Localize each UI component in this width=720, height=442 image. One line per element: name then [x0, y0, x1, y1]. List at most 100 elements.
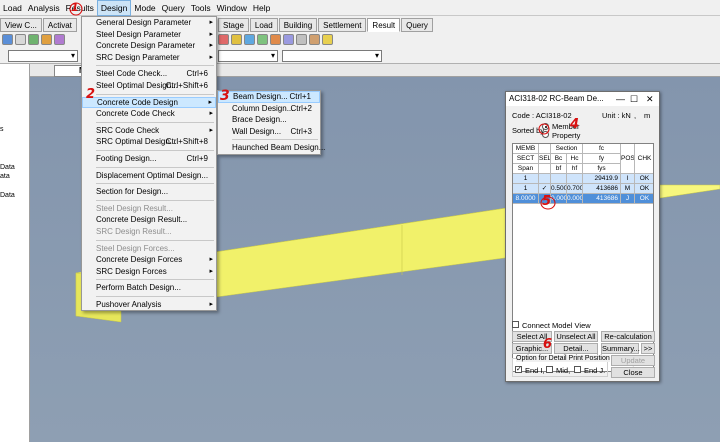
table-cell-hc — [567, 174, 583, 184]
annotation-step-6: 6 — [543, 337, 553, 352]
force-icon[interactable] — [231, 34, 242, 45]
load-icon[interactable] — [218, 34, 229, 45]
menu-item-pushover-analysis[interactable]: Pushover Analysis ▸ — [82, 299, 216, 311]
header-sel: SEL — [539, 154, 551, 164]
menu-item-section-for-design[interactable]: Section for Design... — [82, 186, 216, 198]
unit-label: Unit : kN — [602, 111, 631, 120]
menu-item-shortcut: Ctrl+3 — [290, 126, 312, 136]
tab-result[interactable]: Result — [367, 18, 401, 32]
unit-combo[interactable] — [218, 50, 278, 62]
menu-item-steel-design-forces[interactable]: Steel Design Forces... — [82, 243, 216, 255]
menu-item-column-design[interactable]: Column Design... Ctrl+2 — [218, 103, 320, 115]
menu-item-beam-design[interactable]: Beam Design... Ctrl+1 — [218, 91, 320, 103]
update-rebar-button[interactable]: Update Rebar — [611, 355, 655, 374]
recalculation-button[interactable]: Re-calculation — [601, 331, 655, 342]
menu-item-src-design-forces[interactable]: SRC Design Forces ▸ — [82, 266, 216, 278]
menu-item-concrete-code-design[interactable]: Concrete Code Design ▸ — [82, 96, 216, 109]
menu-mode[interactable]: Mode — [131, 0, 158, 16]
menu-item-general-design-parameter[interactable]: General Design Parameter ▸ — [82, 17, 216, 29]
menu-item-concrete-design-parameter[interactable]: Concrete Design Parameter ▸ — [82, 40, 216, 52]
menu-item-src-design-result[interactable]: SRC Design Result... — [82, 226, 216, 238]
close-icon[interactable]: ✕ — [646, 92, 654, 106]
report-icon[interactable] — [309, 34, 320, 45]
select-checkbox[interactable]: ✓ — [539, 184, 551, 194]
menu-load[interactable]: Load — [0, 0, 25, 16]
tab-stage[interactable]: Stage — [218, 18, 249, 32]
menu-design[interactable]: Design — [96, 0, 132, 16]
code-label: Code : ACI318-02 — [512, 111, 572, 120]
menu-results[interactable]: Results — [63, 0, 97, 16]
table-cell-hc: 0.700 — [567, 184, 583, 194]
tab-building[interactable]: Building — [278, 18, 318, 32]
menu-help[interactable]: Help — [250, 0, 273, 16]
menu-window[interactable]: Window — [214, 0, 250, 16]
node-icon[interactable] — [41, 34, 52, 45]
menu-item-concrete-code-check[interactable]: Concrete Code Check ▸ — [82, 108, 216, 120]
view-icon[interactable] — [2, 34, 13, 45]
connect-model-view-checkbox[interactable] — [512, 321, 519, 328]
summary-button[interactable]: Summary... — [601, 343, 640, 354]
select-checkbox[interactable] — [539, 174, 551, 184]
table-cell-chk: OK — [635, 174, 653, 184]
tab-query[interactable]: Query — [401, 18, 433, 32]
unselect-all-button[interactable]: Unselect All — [554, 331, 598, 342]
end-i-checkbox[interactable]: ✓ — [515, 366, 522, 373]
deform-icon[interactable] — [270, 34, 281, 45]
menu-item-src-optimal-design[interactable]: SRC Optimal Design... Ctrl+Shift+8 — [82, 136, 216, 148]
menu-item-concrete-design-forces[interactable]: Concrete Design Forces ▸ — [82, 254, 216, 266]
view-combo[interactable] — [282, 50, 382, 62]
menu-item-steel-code-check[interactable]: Steel Code Check... Ctrl+6 — [82, 68, 216, 80]
lock-icon[interactable] — [322, 34, 333, 45]
menu-item-src-design-parameter[interactable]: SRC Design Parameter ▸ — [82, 52, 216, 64]
stress-icon[interactable] — [283, 34, 294, 45]
submenu-arrow-icon: ▸ — [209, 126, 213, 134]
more-button[interactable]: >> — [641, 343, 655, 354]
annotation-step-3: 3 — [220, 88, 230, 104]
close-button[interactable]: Close — [611, 367, 655, 378]
menu-analysis[interactable]: Analysis — [25, 0, 63, 16]
menu-item-steel-optimal-design[interactable]: Steel Optimal Design... Ctrl+Shift+6 — [82, 80, 216, 92]
sort-property-radio[interactable] — [542, 131, 549, 138]
header-chk: CHK — [635, 144, 653, 174]
menu-item-steel-design-parameter[interactable]: Steel Design Parameter ▸ — [82, 29, 216, 41]
minimize-icon[interactable]: — — [616, 92, 625, 106]
menu-item-footing-design[interactable]: Footing Design... Ctrl+9 — [82, 153, 216, 165]
menu-item-label: Steel Code Check... — [96, 69, 168, 79]
annotation-step-4: 4 — [570, 117, 580, 132]
support-icon[interactable] — [244, 34, 255, 45]
sort-member-radio[interactable] — [542, 123, 549, 130]
menu-item-brace-design[interactable]: Brace Design... — [218, 114, 320, 126]
tab-settlement[interactable]: Settlement — [318, 18, 367, 32]
table-icon[interactable] — [296, 34, 307, 45]
menu-tools[interactable]: Tools — [188, 0, 214, 16]
menu-separator — [96, 149, 214, 151]
tab-activate[interactable]: Activat — [42, 18, 77, 32]
menu-item-steel-design-result[interactable]: Steel Design Result... — [82, 203, 216, 215]
mid-checkbox[interactable] — [546, 366, 553, 373]
menu-item-haunched-beam-design[interactable]: Haunched Beam Design... — [218, 142, 325, 154]
menu-item-label: Footing Design... — [96, 153, 157, 163]
unit-separator: , — [634, 111, 637, 120]
menu-query[interactable]: Query — [159, 0, 188, 16]
detail-button[interactable]: Detail... — [554, 343, 598, 354]
menu-item-label: Perform Batch Design... — [96, 283, 181, 293]
tab-load[interactable]: Load — [249, 18, 278, 32]
header-blank2 — [539, 164, 551, 174]
grid-icon[interactable] — [28, 34, 39, 45]
element-icon[interactable] — [54, 34, 65, 45]
menu-item-src-code-check[interactable]: SRC Code Check ▸ — [82, 125, 216, 137]
table-cell-memb: 1 — [513, 174, 539, 184]
tab-view[interactable]: View C... — [0, 18, 42, 32]
maximize-icon[interactable]: ☐ — [630, 92, 638, 106]
result-icon[interactable] — [257, 34, 268, 45]
end-j-checkbox[interactable] — [574, 366, 581, 373]
menu-item-wall-design[interactable]: Wall Design... Ctrl+3 — [218, 126, 320, 138]
header-memb: MEMB — [513, 144, 539, 154]
left-combo[interactable] — [8, 50, 78, 62]
menu-item-displacement-optimal-design[interactable]: Displacement Optimal Design... — [82, 170, 216, 182]
submenu-arrow-icon: ▸ — [209, 30, 213, 38]
select-icon[interactable] — [15, 34, 26, 45]
menu-separator — [96, 65, 214, 67]
menu-item-perform-batch-design[interactable]: Perform Batch Design... — [82, 282, 216, 294]
menu-item-concrete-design-result[interactable]: Concrete Design Result... — [82, 214, 216, 226]
